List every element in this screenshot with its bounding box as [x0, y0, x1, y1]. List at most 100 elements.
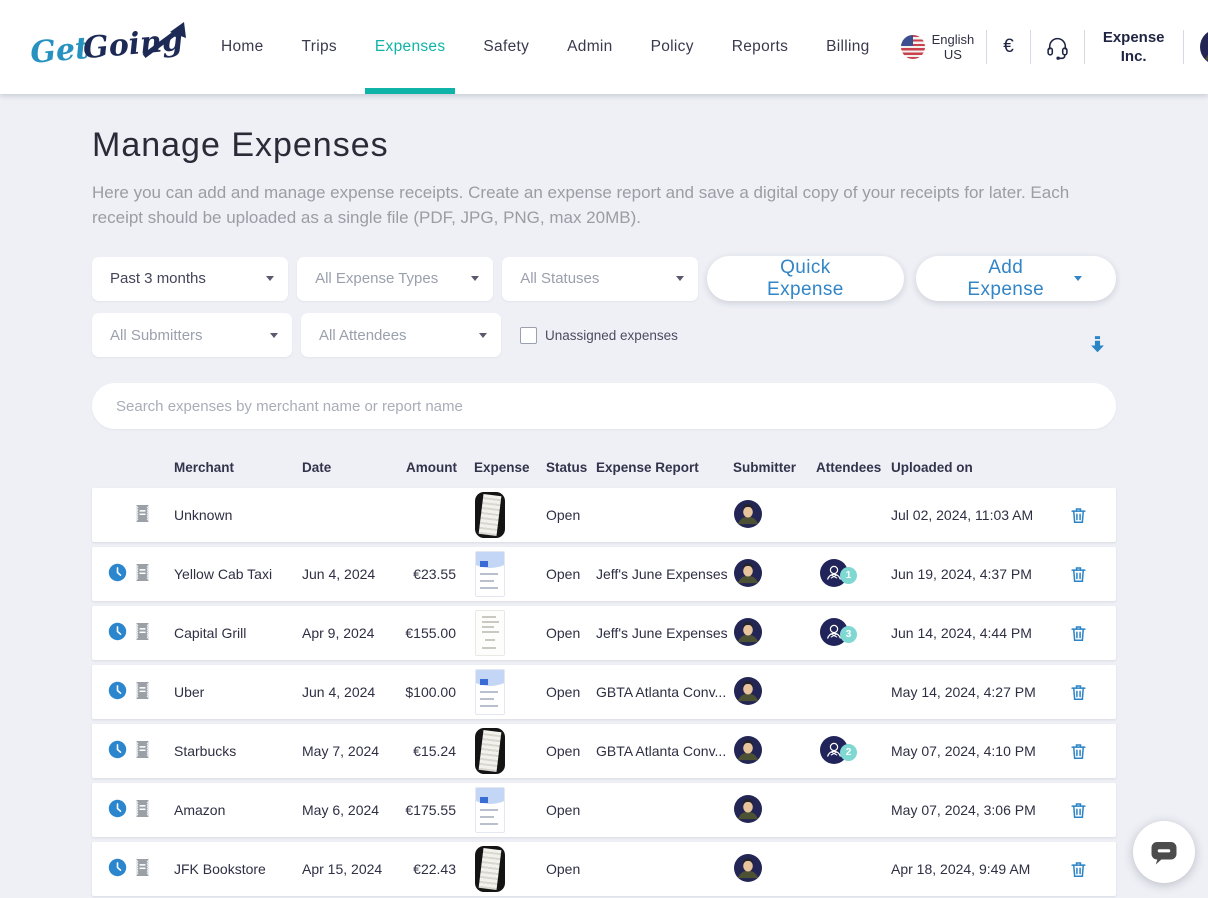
status-label: Open	[542, 566, 592, 582]
receipt-icon	[134, 563, 151, 582]
expense-row[interactable]: AmazonMay 6, 2024€175.55OpenMay 07, 2024…	[92, 783, 1116, 837]
receipt-thumbnail[interactable]	[475, 728, 505, 774]
expense-report-name: Jeff's June Expenses	[592, 625, 729, 641]
receipt-thumbnail[interactable]	[475, 551, 505, 597]
pending-indicator-cell	[108, 563, 134, 585]
submitter-avatar	[734, 618, 762, 646]
merchant-name: JFK Bookstore	[164, 861, 292, 877]
delete-expense-button[interactable]	[1065, 502, 1092, 529]
attendees-cell: 3	[812, 618, 887, 649]
uploaded-timestamp: Apr 18, 2024, 9:49 AM	[887, 861, 1055, 877]
receipt-indicator-cell	[134, 858, 164, 880]
user-avatar[interactable]	[1184, 29, 1208, 65]
add-expense-button[interactable]: Add Expense	[916, 256, 1117, 301]
receipt-icon	[134, 740, 151, 759]
expense-date: Jun 4, 2024	[292, 566, 396, 582]
delete-expense-button[interactable]	[1065, 679, 1092, 706]
chevron-down-icon	[479, 333, 487, 338]
delete-expense-button[interactable]	[1065, 561, 1092, 588]
submitter-select[interactable]: All Submitters	[92, 313, 292, 357]
chevron-down-icon	[1074, 276, 1082, 281]
expense-row[interactable]: Yellow Cab TaxiJun 4, 2024€23.55OpenJeff…	[92, 547, 1116, 601]
expense-row[interactable]: StarbucksMay 7, 2024€15.24OpenGBTA Atlan…	[92, 724, 1116, 778]
expense-date: May 6, 2024	[292, 802, 396, 818]
receipt-indicator-cell	[134, 563, 164, 585]
merchant-name: Yellow Cab Taxi	[164, 566, 292, 582]
download-expenses-button[interactable]	[1089, 335, 1106, 359]
expense-table-body: UnknownOpenJul 02, 2024, 11:03 AMYellow …	[92, 488, 1116, 896]
status-select[interactable]: All Statuses	[502, 257, 698, 301]
expense-report-name: Jeff's June Expenses	[592, 566, 729, 582]
delete-expense-button[interactable]	[1065, 797, 1092, 824]
receipt-icon	[134, 858, 151, 877]
expense-type-select[interactable]: All Expense Types	[297, 257, 493, 301]
checkbox-box[interactable]	[520, 327, 537, 344]
currency-button[interactable]: €	[987, 36, 1030, 58]
delete-expense-button[interactable]	[1065, 738, 1092, 765]
nav-item-reports[interactable]: Reports	[722, 0, 798, 94]
submitter-cell	[729, 500, 812, 531]
attendees-indicator[interactable]: 3	[820, 633, 848, 649]
receipt-thumbnail[interactable]	[475, 787, 505, 833]
nav-item-home[interactable]: Home	[211, 0, 274, 94]
chevron-down-icon	[266, 276, 274, 281]
column-header-expense: Expense	[470, 460, 542, 475]
nav-item-policy[interactable]: Policy	[641, 0, 704, 94]
expense-date: Jun 4, 2024	[292, 684, 396, 700]
pending-clock-icon	[108, 858, 127, 877]
receipt-thumbnail-cell	[470, 492, 542, 538]
date-range-select[interactable]: Past 3 months	[92, 257, 288, 301]
nav-item-safety[interactable]: Safety	[473, 0, 539, 94]
merchant-name: Amazon	[164, 802, 292, 818]
expense-amount: €15.24	[396, 743, 470, 759]
expense-amount: €22.43	[396, 861, 470, 877]
expense-row[interactable]: UberJun 4, 2024$100.00OpenGBTA Atlanta C…	[92, 665, 1116, 719]
receipt-thumbnail[interactable]	[475, 846, 505, 892]
delete-cell	[1055, 561, 1102, 588]
receipt-thumbnail[interactable]	[475, 669, 505, 715]
trash-icon	[1069, 565, 1088, 584]
expense-search-bar[interactable]	[92, 383, 1116, 429]
submitter-avatar	[734, 736, 762, 764]
attendees-select[interactable]: All Attendees	[301, 313, 501, 357]
submitter-cell	[729, 854, 812, 885]
top-navigation-bar: Get Going Home Trips Expenses Safety Admin Po…	[0, 0, 1208, 94]
attendees-cell: 1	[812, 559, 887, 590]
expense-row[interactable]: UnknownOpenJul 02, 2024, 11:03 AM	[92, 488, 1116, 542]
submitter-cell	[729, 618, 812, 649]
pending-clock-icon	[108, 740, 127, 759]
delete-cell	[1055, 620, 1102, 647]
submitter-avatar	[734, 559, 762, 587]
submitter-avatar	[734, 677, 762, 705]
attendees-indicator[interactable]: 1	[820, 574, 848, 590]
receipt-icon	[134, 799, 151, 818]
attendees-indicator[interactable]: 2	[820, 751, 848, 767]
receipt-thumbnail[interactable]	[475, 492, 505, 538]
nav-item-expenses[interactable]: Expenses	[365, 0, 455, 94]
delete-expense-button[interactable]	[1065, 856, 1092, 883]
receipt-thumbnail[interactable]	[475, 610, 505, 656]
support-button[interactable]	[1031, 35, 1084, 60]
delete-cell	[1055, 679, 1102, 706]
nav-item-trips[interactable]: Trips	[292, 0, 347, 94]
search-input[interactable]	[116, 398, 1092, 415]
pending-indicator-cell	[108, 681, 134, 703]
getgoing-logo[interactable]: Get Going	[26, 14, 194, 81]
unassigned-expenses-checkbox[interactable]: Unassigned expenses	[520, 327, 678, 344]
expense-row[interactable]: Capital GrillApr 9, 2024€155.00OpenJeff'…	[92, 606, 1116, 660]
attendees-count-badge: 1	[840, 567, 857, 584]
page-description: Here you can add and manage expense rece…	[92, 180, 1112, 230]
chat-widget-button[interactable]	[1133, 821, 1195, 883]
submitter-cell	[729, 559, 812, 590]
merchant-name: Unknown	[164, 507, 292, 523]
uploaded-timestamp: May 14, 2024, 4:27 PM	[887, 684, 1055, 700]
checkbox-label: Unassigned expenses	[545, 328, 678, 343]
delete-expense-button[interactable]	[1065, 620, 1092, 647]
expense-row[interactable]: JFK BookstoreApr 15, 2024€22.43OpenApr 1…	[92, 842, 1116, 896]
receipt-thumbnail-cell	[470, 610, 542, 656]
nav-item-admin[interactable]: Admin	[557, 0, 622, 94]
quick-expense-button[interactable]: Quick Expense	[707, 256, 903, 301]
nav-item-billing[interactable]: Billing	[816, 0, 879, 94]
pending-clock-icon	[108, 799, 127, 818]
language-selector[interactable]: English US	[889, 32, 987, 62]
